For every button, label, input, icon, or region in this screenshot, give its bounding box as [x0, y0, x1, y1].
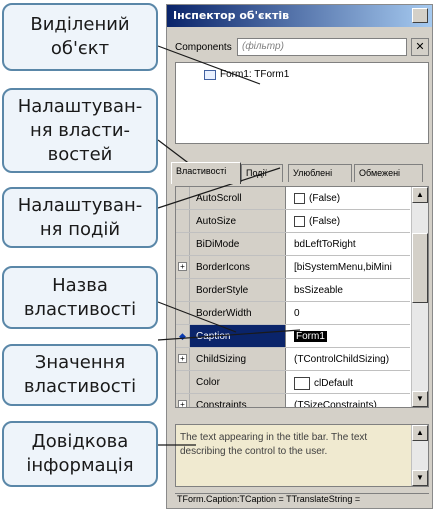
property-row[interactable]: Color clDefault: [176, 371, 410, 394]
component-tree[interactable]: Form1: TForm1: [175, 62, 429, 144]
expand-icon[interactable]: +: [178, 354, 187, 363]
property-name: AutoScroll: [190, 187, 286, 209]
components-label: Components: [175, 42, 232, 53]
property-value-editor[interactable]: Form1: [288, 325, 410, 347]
callout-help-info: Довідкова інформація: [2, 421, 158, 487]
property-row[interactable]: BiDiMode bdLeftToRight: [176, 233, 410, 256]
status-bar: TForm.Caption:TCaption = TTranslateStrin…: [175, 493, 429, 507]
tab-favorites[interactable]: Улюблені: [288, 164, 352, 182]
property-name: BorderStyle: [190, 279, 286, 301]
components-filter-input[interactable]: (фільтр): [237, 38, 407, 56]
callout-event-settings: Налаштуван-ня подій: [2, 187, 158, 248]
property-value[interactable]: [biSystemMenu,biMini: [288, 256, 410, 278]
property-value[interactable]: bsSizeable: [288, 279, 410, 301]
property-row[interactable]: + Constraints (TSizeConstraints): [176, 394, 410, 407]
property-value[interactable]: bdLeftToRight: [288, 233, 410, 255]
property-name: Color: [190, 371, 286, 393]
help-scrollbar[interactable]: ▲ ▼: [411, 425, 428, 486]
callout-selected-object: Виділений об'єкт: [2, 3, 158, 71]
help-panel: The text appearing in the title bar. The…: [175, 424, 429, 487]
property-value[interactable]: 0: [288, 302, 410, 324]
tree-node-form1[interactable]: Form1: TForm1: [204, 69, 289, 80]
scroll-up-arrow-icon[interactable]: ▲: [412, 425, 428, 441]
property-grid-scrollbar[interactable]: ▲ ▼: [411, 187, 428, 407]
close-button[interactable]: [412, 8, 428, 23]
property-value[interactable]: (False): [288, 187, 410, 209]
property-row[interactable]: + ChildSizing (TControlChildSizing): [176, 348, 410, 371]
property-row[interactable]: BorderStyle bsSizeable: [176, 279, 410, 302]
scroll-down-arrow-icon[interactable]: ▼: [412, 391, 428, 407]
scroll-thumb[interactable]: [412, 233, 428, 303]
property-name: AutoSize: [190, 210, 286, 232]
help-text: The text appearing in the title bar. The…: [180, 432, 368, 457]
checkbox-icon[interactable]: [294, 193, 305, 204]
property-row[interactable]: AutoSize (False): [176, 210, 410, 233]
property-name: BiDiMode: [190, 233, 286, 255]
property-name: Constraints: [190, 394, 286, 407]
color-swatch: [294, 377, 310, 390]
object-inspector-window: Інспектор об'єктів Components (фільтр) ✕…: [166, 4, 433, 509]
property-value[interactable]: (TSizeConstraints): [288, 394, 410, 407]
property-row[interactable]: + BorderIcons [biSystemMenu,biMini: [176, 256, 410, 279]
scroll-up-arrow-icon[interactable]: ▲: [412, 187, 428, 203]
property-name: BorderWidth: [190, 302, 286, 324]
property-grid: AutoScroll (False) AutoSize (False) BiDi…: [175, 186, 429, 408]
form-icon: [204, 69, 216, 80]
property-value[interactable]: (False): [288, 210, 410, 232]
tab-properties[interactable]: Властивості: [171, 162, 241, 184]
tree-node-label: Form1: TForm1: [220, 69, 290, 80]
callout-property-settings: Налаштуван-ня власти-востей: [2, 88, 158, 173]
expand-icon[interactable]: +: [178, 262, 187, 271]
property-row[interactable]: AutoScroll (False): [176, 187, 410, 210]
property-row[interactable]: BorderWidth 0: [176, 302, 410, 325]
window-title: Інспектор об'єктів: [173, 9, 290, 22]
window-titlebar[interactable]: Інспектор об'єктів: [167, 5, 432, 27]
callout-property-value: Значення властивості: [2, 344, 158, 406]
scroll-down-arrow-icon[interactable]: ▼: [412, 470, 428, 486]
tab-events[interactable]: Події: [241, 164, 283, 182]
current-row-marker-icon: ◆: [179, 331, 186, 341]
property-name: ChildSizing: [190, 348, 286, 370]
expand-icon[interactable]: +: [178, 400, 187, 407]
callout-property-name: Назва властивості: [2, 266, 158, 329]
property-value[interactable]: clDefault: [288, 371, 410, 393]
property-name: BorderIcons: [190, 256, 286, 278]
property-value[interactable]: (TControlChildSizing): [288, 348, 410, 370]
property-row-selected[interactable]: ◆ Caption Form1: [176, 325, 410, 348]
property-name: Caption: [190, 325, 286, 347]
inspector-tabs: Властивості Події Улюблені Обмежені: [171, 162, 430, 184]
tab-restricted[interactable]: Обмежені: [354, 164, 423, 182]
checkbox-icon[interactable]: [294, 216, 305, 227]
filter-clear-button[interactable]: ✕: [411, 38, 429, 56]
